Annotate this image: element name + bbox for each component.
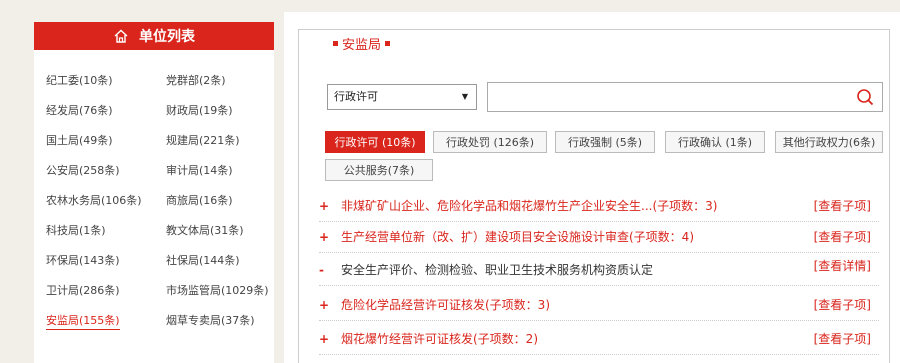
department-label: 环保局(143条) (46, 254, 120, 267)
square-bullet-icon (333, 41, 338, 46)
unit-list-header: 单位列表 (34, 22, 274, 50)
view-link[interactable]: [查看子项] (814, 290, 871, 320)
square-bullet-icon (385, 41, 391, 46)
department-label: 烟草专卖局(37条) (166, 314, 255, 327)
department-label: 纪工委(10条) (46, 74, 113, 87)
department-label: 商旅局(16条) (166, 194, 233, 207)
department-label: 规建局(221条) (166, 134, 240, 147)
list-item-text[interactable]: 非煤矿矿山企业、危险化学品和烟花爆竹生产企业安全生...(子项数：3) (341, 191, 717, 221)
unit-list-title: 单位列表 (139, 29, 195, 45)
list-item-text[interactable]: 安全生产评价、检测检验、职业卫生技术服务机构资质认定 (341, 255, 653, 285)
list-item[interactable]: + 危险化学品经营许可证核发(子项数：3) [查看子项] (319, 290, 879, 321)
expand-icon[interactable]: + (319, 290, 333, 320)
department-item[interactable]: 卫计局(286条) (46, 276, 166, 306)
section-title: 安监局 (342, 38, 382, 53)
department-label: 教文体局(31条) (166, 224, 244, 237)
department-label: 公安局(258条) (46, 164, 120, 177)
department-item[interactable]: 社保局(144条) (166, 246, 286, 276)
expand-icon[interactable]: + (319, 222, 333, 252)
department-label: 审计局(14条) (166, 164, 233, 177)
unit-list-panel: 单位列表 纪工委(10条) 党群部(2条) 经发局(76条) 财政局(19条) 国土局(… (34, 22, 274, 363)
list-item[interactable]: + 生产经营单位新（改、扩）建设项目安全设施设计审查(子项数：4) [查看子项] (319, 222, 879, 253)
department-item[interactable]: 农林水务局(106条) (46, 186, 166, 216)
list-item-text[interactable]: 生产经营单位新（改、扩）建设项目安全设施设计审查(子项数：4) (341, 222, 694, 252)
category-tab[interactable]: 行政许可 (10条) (325, 131, 425, 153)
view-link[interactable]: [查看子项] (814, 191, 871, 221)
search-icon[interactable] (856, 88, 874, 106)
department-label: 市场监管局(1029条) (166, 284, 269, 297)
department-label: 科技局(1条) (46, 224, 106, 237)
department-label: 社保局(144条) (166, 254, 240, 267)
caret-down-icon: ▼ (461, 92, 468, 101)
search-input[interactable] (487, 82, 883, 112)
view-link[interactable]: [查看子项] (814, 324, 871, 354)
department-item[interactable]: 商旅局(16条) (166, 186, 286, 216)
department-item[interactable]: 经发局(76条) (46, 96, 166, 126)
list-item-text[interactable]: 危险化学品经营许可证核发(子项数：3) (341, 290, 550, 320)
category-tab[interactable]: 行政确认 (1条) (665, 131, 765, 153)
department-item[interactable]: 纪工委(10条) (46, 66, 166, 96)
category-select-value: 行政许可 (334, 90, 378, 103)
department-item[interactable]: 公安局(258条) (46, 156, 166, 186)
list-item[interactable]: + 烟花爆竹经营许可证核发(子项数：2) [查看子项] (319, 324, 879, 355)
category-tab[interactable]: 其他行政权力(6条) (775, 131, 883, 153)
category-tab[interactable]: 公共服务(7条) (325, 159, 433, 181)
department-item[interactable]: 规建局(221条) (166, 126, 286, 156)
department-label: 党群部(2条) (166, 74, 226, 87)
department-item[interactable]: 教文体局(31条) (166, 216, 286, 246)
department-item[interactable]: 市场监管局(1029条) (166, 276, 286, 306)
department-label: 财政局(19条) (166, 104, 233, 117)
section-frame: 安监局 行政许可 ▼ 行政许可 (10条) 行政处罚 (126条) 行政强制 (5条… (298, 29, 890, 363)
department-grid: 纪工委(10条) 党群部(2条) 经发局(76条) 财政局(19条) 国土局(49条) 规… (46, 66, 286, 336)
department-item[interactable]: 环保局(143条) (46, 246, 166, 276)
department-label: 安监局(155条) (46, 314, 120, 330)
list-item[interactable]: + 非煤矿矿山企业、危险化学品和烟花爆竹生产企业安全生...(子项数：3) [查看子… (319, 191, 879, 222)
department-label: 卫计局(286条) (46, 284, 120, 297)
content-panel: 安监局 行政许可 ▼ 行政许可 (10条) 行政处罚 (126条) 行政强制 (5条… (284, 12, 900, 363)
department-item[interactable]: 烟草专卖局(37条) (166, 306, 286, 336)
page: 单位列表 纪工委(10条) 党群部(2条) 经发局(76条) 财政局(19条) 国土局(… (0, 0, 900, 363)
view-link[interactable]: [查看子项] (814, 222, 871, 252)
department-label: 农林水务局(106条) (46, 194, 142, 207)
category-tab[interactable]: 行政处罚 (126条) (433, 131, 547, 153)
department-item[interactable]: 科技局(1条) (46, 216, 166, 246)
department-item[interactable]: 安监局(155条) (46, 306, 166, 336)
department-item[interactable]: 党群部(2条) (166, 66, 286, 96)
category-select[interactable]: 行政许可 ▼ (327, 84, 477, 110)
category-tab[interactable]: 行政强制 (5条) (555, 131, 655, 153)
department-label: 经发局(76条) (46, 104, 113, 117)
collapse-icon[interactable]: - (319, 255, 333, 285)
list-item-text[interactable]: 烟花爆竹经营许可证核发(子项数：2) (341, 324, 538, 354)
department-item[interactable]: 财政局(19条) (166, 96, 286, 126)
expand-icon[interactable]: + (319, 191, 333, 221)
department-item[interactable]: 国土局(49条) (46, 126, 166, 156)
department-item[interactable]: 审计局(14条) (166, 156, 286, 186)
department-label: 国土局(49条) (46, 134, 113, 147)
section-legend: 安监局 (323, 34, 401, 53)
list-item[interactable]: - 安全生产评价、检测检验、职业卫生技术服务机构资质认定 [查看详情] (319, 255, 879, 286)
expand-icon[interactable]: + (319, 324, 333, 354)
home-icon (114, 29, 128, 43)
view-link[interactable]: [查看详情] (814, 251, 871, 281)
